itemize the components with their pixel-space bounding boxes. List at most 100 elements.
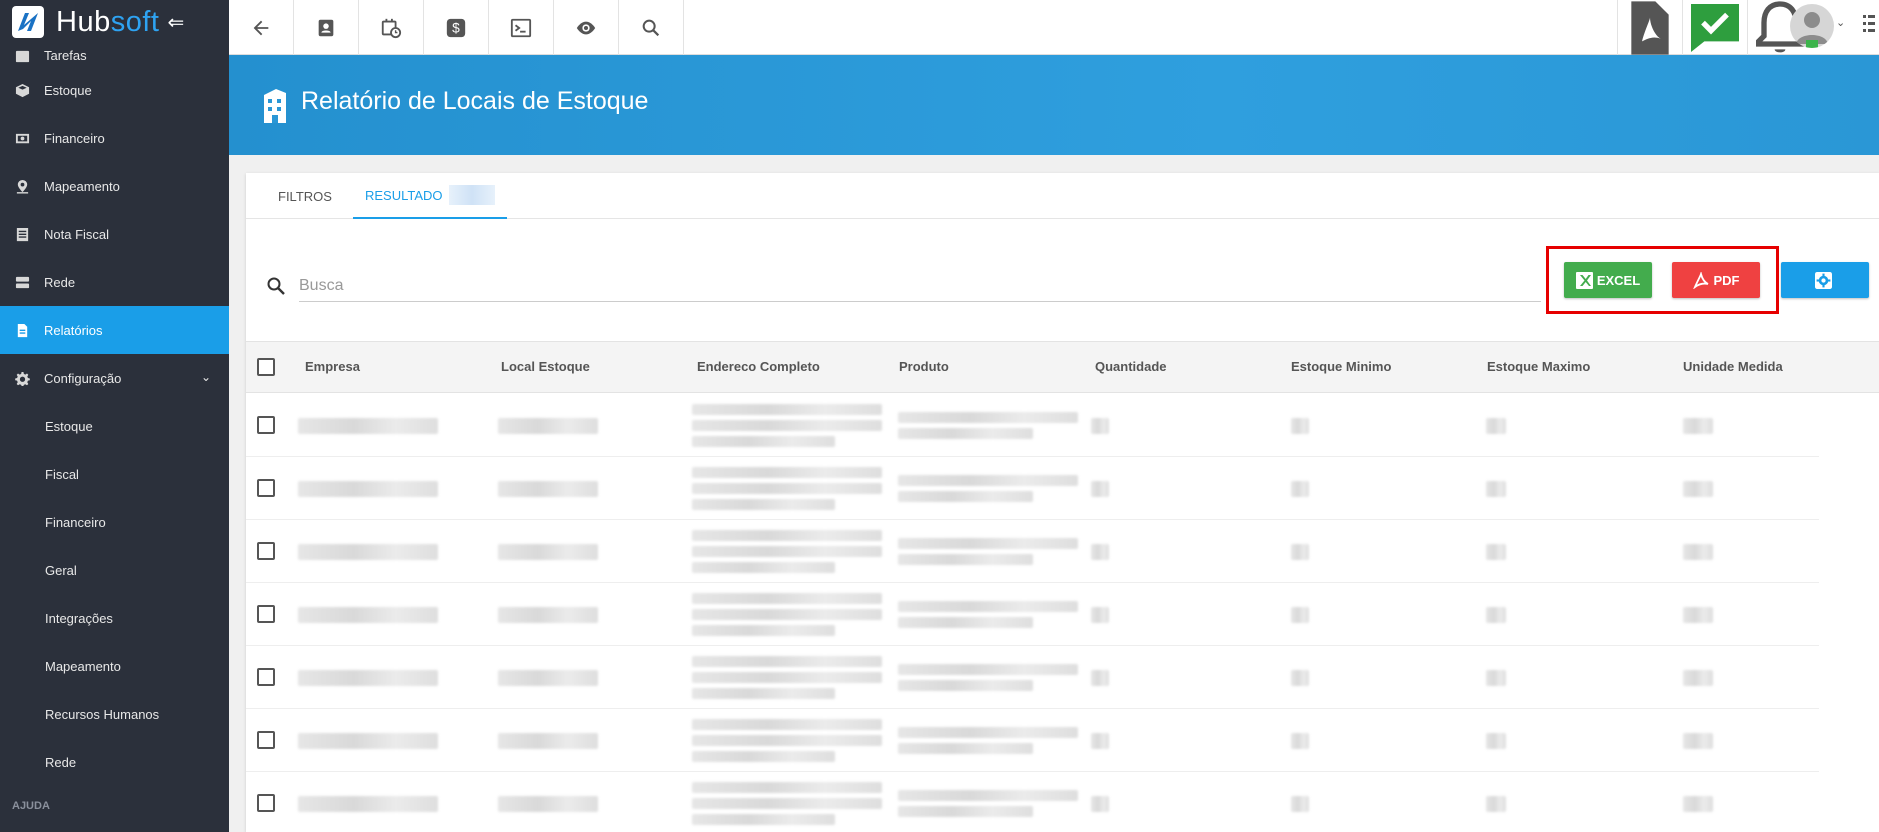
sidebar-subitem-rede[interactable]: Rede: [0, 738, 229, 786]
redacted-cell: [1291, 480, 1309, 497]
server-icon: [14, 274, 30, 290]
sidebar-subitem-fiscal[interactable]: Fiscal: [0, 450, 229, 498]
sidebar-item-relatorios[interactable]: Relatórios: [0, 306, 229, 354]
column-quantidade[interactable]: Quantidade: [1095, 359, 1167, 374]
column-endereco-completo[interactable]: Endereco Completo: [697, 359, 820, 374]
column-empresa[interactable]: Empresa: [305, 359, 360, 374]
redacted-cell: [692, 672, 882, 683]
topbar: $ ⌄: [229, 0, 1879, 55]
box-icon: [14, 82, 30, 98]
chat-check-icon[interactable]: [1682, 0, 1747, 55]
collapse-menu-icon[interactable]: ⇐: [167, 10, 184, 35]
row-checkbox[interactable]: [257, 668, 275, 686]
chevron-down-icon[interactable]: ⌄: [1836, 16, 1845, 29]
row-checkbox[interactable]: [257, 416, 275, 434]
report-icon: [14, 322, 30, 338]
table-row[interactable]: [246, 646, 1819, 709]
excel-icon: [1575, 271, 1593, 289]
eye-icon[interactable]: [554, 0, 619, 55]
redacted-cell: [692, 751, 835, 762]
sidebar-item-label: Nota Fiscal: [44, 226, 110, 242]
back-arrow-icon[interactable]: [229, 0, 294, 55]
redacted-cell: [692, 814, 835, 825]
column-produto[interactable]: Produto: [899, 359, 949, 374]
redacted-cell: [898, 412, 1078, 423]
pdf-file-icon[interactable]: [1617, 0, 1682, 55]
row-checkbox[interactable]: [257, 479, 275, 497]
building-icon: [264, 89, 286, 123]
tab-filtros[interactable]: FILTROS: [266, 173, 344, 219]
redacted-cell: [298, 795, 438, 812]
list-menu-icon[interactable]: [1863, 12, 1875, 39]
redacted-cell: [692, 546, 882, 557]
redacted-cell: [498, 732, 598, 749]
redacted-cell: [1291, 732, 1309, 749]
tab-label: RESULTADO: [365, 187, 443, 203]
sidebar-subitem-integracoes[interactable]: Integrações: [0, 594, 229, 642]
column-estoque-maximo[interactable]: Estoque Maximo: [1487, 359, 1590, 374]
sidebar-subitem-estoque[interactable]: Estoque: [0, 402, 229, 450]
redacted-cell: [1091, 732, 1109, 749]
row-checkbox[interactable]: [257, 794, 275, 812]
redacted-cell: [498, 669, 598, 686]
search-icon: [267, 277, 285, 295]
search-icon[interactable]: [619, 0, 684, 55]
sidebar-item-mapeamento[interactable]: Mapeamento: [0, 162, 229, 210]
table-row[interactable]: [246, 583, 1819, 646]
redacted-cell: [1091, 417, 1109, 434]
redacted-cell: [1683, 606, 1713, 623]
table-row[interactable]: [246, 772, 1819, 832]
sidebar-item-estoque[interactable]: Estoque: [0, 66, 229, 114]
redacted-cell: [898, 727, 1078, 738]
sidebar-item-configuracao[interactable]: Configuração ⌄: [0, 354, 229, 402]
row-checkbox[interactable]: [257, 731, 275, 749]
gear-icon: [1814, 271, 1832, 289]
redacted-cell: [498, 417, 598, 434]
export-excel-button[interactable]: EXCEL: [1564, 262, 1652, 298]
redacted-cell: [692, 625, 835, 636]
sidebar-item-financeiro[interactable]: Financeiro: [0, 114, 229, 162]
table-row[interactable]: [246, 457, 1819, 520]
page-header: Relatório de Locais de Estoque: [229, 55, 1879, 155]
redacted-cell: [898, 601, 1078, 612]
tab-label: FILTROS: [278, 188, 332, 204]
redacted-cell: [692, 404, 882, 415]
sidebar-subitem-financeiro[interactable]: Financeiro: [0, 498, 229, 546]
sidebar-item-label: Rede: [44, 274, 76, 290]
row-checkbox[interactable]: [257, 542, 275, 560]
sidebar-item-nota-fiscal[interactable]: Nota Fiscal: [0, 210, 229, 258]
redacted-cell: [692, 420, 882, 431]
table-row[interactable]: [246, 709, 1819, 772]
sidebar-subitem-geral[interactable]: Geral: [0, 546, 229, 594]
select-all-checkbox[interactable]: [257, 358, 275, 376]
sidebar-subitem-mapeamento[interactable]: Mapeamento: [0, 642, 229, 690]
redacted-cell: [898, 475, 1078, 486]
column-local-estoque[interactable]: Local Estoque: [501, 359, 590, 374]
column-unidade-medida[interactable]: Unidade Medida: [1683, 359, 1783, 374]
export-excel-label: EXCEL: [1596, 272, 1641, 288]
tab-resultado[interactable]: RESULTADO: [353, 173, 507, 219]
redacted-cell: [898, 680, 1033, 691]
table-row[interactable]: [246, 520, 1819, 583]
sidebar-item-rede[interactable]: Rede: [0, 258, 229, 306]
export-pdf-button[interactable]: PDF: [1672, 262, 1760, 298]
redacted-cell: [498, 606, 598, 623]
column-estoque-minimo[interactable]: Estoque Minimo: [1291, 359, 1391, 374]
row-checkbox[interactable]: [257, 605, 275, 623]
search-input[interactable]: [299, 270, 1541, 302]
redacted-cell: [898, 790, 1078, 801]
table-row[interactable]: [246, 394, 1819, 457]
avatar[interactable]: [1790, 4, 1834, 48]
sidebar-subitem-label: Geral: [45, 562, 77, 578]
terminal-icon[interactable]: [489, 0, 554, 55]
contact-icon[interactable]: [294, 0, 359, 55]
redacted-cell: [898, 664, 1078, 675]
map-pin-icon: [14, 178, 30, 194]
calendar-clock-icon[interactable]: [359, 0, 424, 55]
redacted-cell: [692, 782, 882, 793]
sidebar-subitem-recursos-humanos[interactable]: Recursos Humanos: [0, 690, 229, 738]
dollar-icon[interactable]: $: [424, 0, 489, 55]
redacted-cell: [1091, 606, 1109, 623]
redacted-cell: [898, 538, 1078, 549]
settings-button[interactable]: [1781, 262, 1869, 298]
